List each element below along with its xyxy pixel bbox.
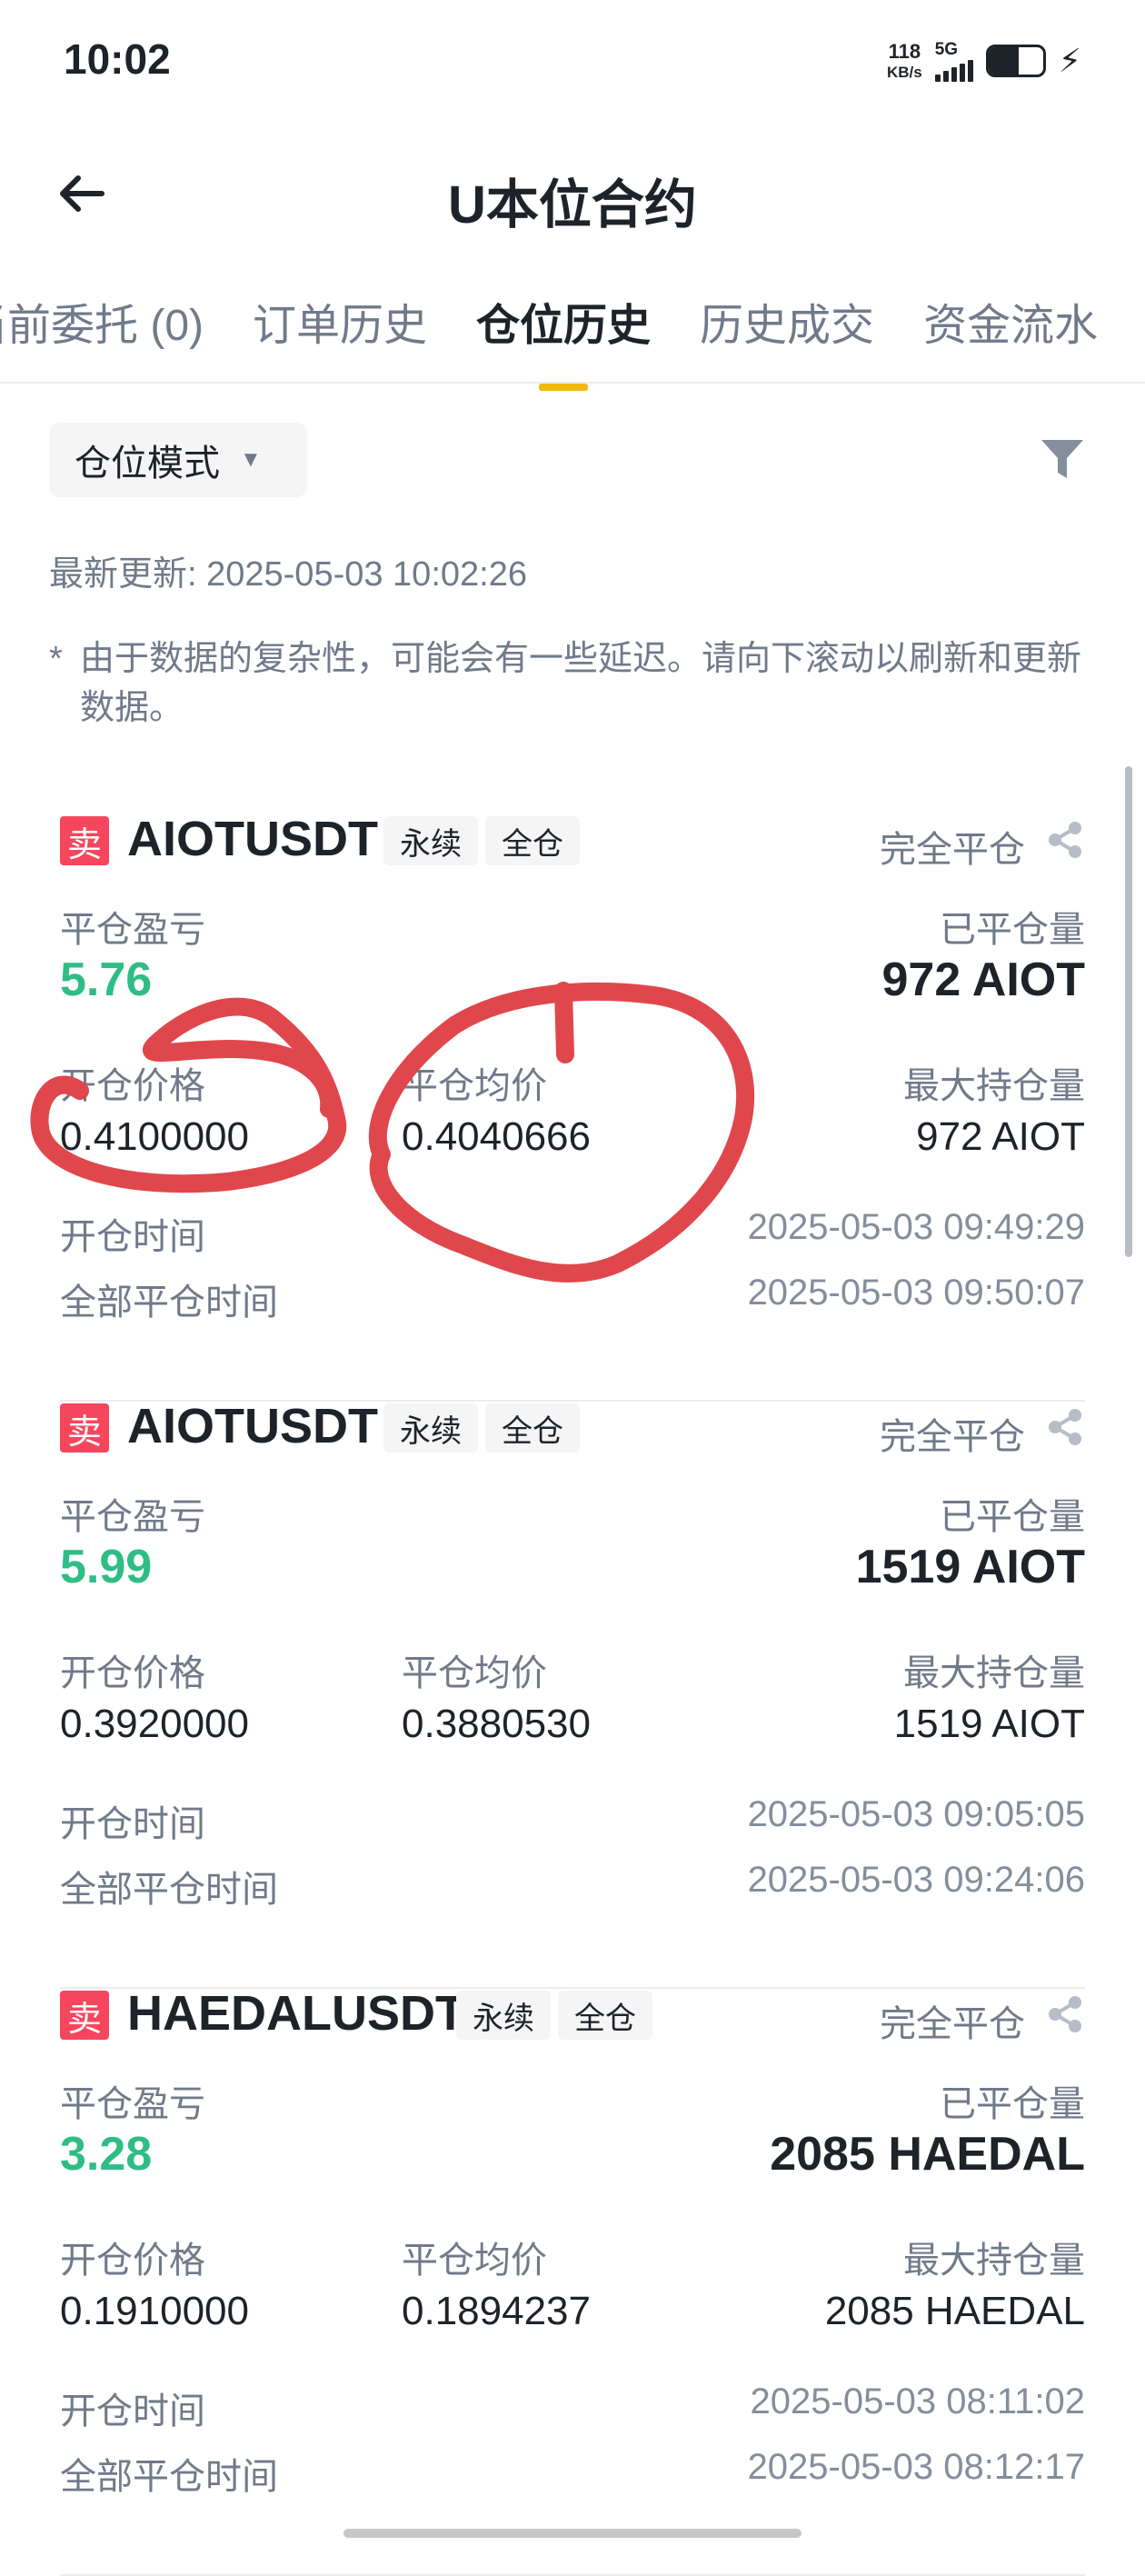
margin-mode-tag: 全仓 <box>485 1403 580 1453</box>
side-badge: 卖 <box>60 1991 109 2040</box>
contract-type-tag: 永续 <box>383 1403 478 1453</box>
scrollbar[interactable] <box>1125 766 1132 1257</box>
open-time-value: 2025-05-03 08:11:02 <box>750 2381 1085 2421</box>
tab-open-orders[interactable]: 当前委托 (0) <box>0 289 204 353</box>
tab-trade-history[interactable]: 历史成交 <box>700 289 874 353</box>
side-badge: 卖 <box>60 1403 109 1453</box>
position-card[interactable]: 卖 HAEDALUSDT 永续 全仓 完全平仓 平仓盈亏 已平仓量 3.28 2… <box>60 1986 1085 2576</box>
closed-qty-label: 已平仓量 <box>940 2084 1085 2124</box>
avg-close-price-label: 平仓均价 <box>402 2241 547 2281</box>
open-time-label: 开仓时间 <box>60 1804 205 1844</box>
close-time-label: 全部平仓时间 <box>60 2457 278 2497</box>
note-asterisk: * <box>49 640 63 678</box>
pnl-value: 3.28 <box>60 2128 153 2181</box>
closed-qty-value: 1519 AIOT <box>855 1541 1085 1593</box>
max-position-value: 2085 HAEDAL <box>824 2289 1085 2333</box>
signal-icon: 5G <box>934 39 973 82</box>
symbol-name: AIOTUSDT <box>127 812 378 866</box>
page-title: U本位合约 <box>448 175 697 235</box>
entry-price-value: 0.3920000 <box>60 1702 249 1746</box>
tab-position-history[interactable]: 仓位历史 <box>476 289 651 353</box>
tab-order-history[interactable]: 订单历史 <box>253 289 427 353</box>
avg-close-price-value: 0.3880530 <box>402 1702 591 1746</box>
margin-mode-tag: 全仓 <box>485 816 580 865</box>
avg-close-price-label: 平仓均价 <box>402 1653 547 1693</box>
arrow-left-icon <box>60 175 105 212</box>
closed-qty-label: 已平仓量 <box>940 910 1085 950</box>
back-button[interactable] <box>50 162 114 225</box>
close-time-label: 全部平仓时间 <box>60 1870 278 1910</box>
close-status: 完全平仓 <box>880 2004 1025 2044</box>
tab-bar: 当前委托 (0) 订单历史 仓位历史 历史成交 资金流水 <box>0 289 1098 353</box>
closed-qty-label: 已平仓量 <box>940 1497 1085 1537</box>
position-card[interactable]: 卖 AIOTUSDT 永续 全仓 完全平仓 平仓盈亏 已平仓量 5.99 151… <box>60 1399 1085 1989</box>
home-indicator[interactable] <box>344 2529 802 2538</box>
pnl-label: 平仓盈亏 <box>60 910 205 950</box>
network-speed-value: 118 <box>888 40 921 63</box>
entry-price-label: 开仓价格 <box>60 2241 205 2281</box>
annotation-scribble <box>30 982 755 1283</box>
pnl-label: 平仓盈亏 <box>60 2084 205 2124</box>
closed-qty-value: 2085 HAEDAL <box>770 2128 1085 2181</box>
status-indicators: 118 KB/s 5G ⚡ <box>887 38 1081 84</box>
network-type: 5G <box>934 39 959 59</box>
position-mode-dropdown[interactable]: 仓位模式 ▼ <box>49 423 307 497</box>
max-position-value: 972 AIOT <box>916 1114 1085 1159</box>
battery-icon <box>985 45 1046 77</box>
symbol-name: AIOTUSDT <box>127 1399 378 1453</box>
network-speed: 118 KB/s <box>886 40 922 81</box>
open-time-value: 2025-05-03 09:05:05 <box>747 1794 1085 1834</box>
close-time-value: 2025-05-03 09:24:06 <box>747 1860 1085 1900</box>
status-time: 10:02 <box>64 35 171 83</box>
close-time-value: 2025-05-03 08:12:17 <box>747 2447 1085 2487</box>
charging-icon: ⚡ <box>1058 42 1081 79</box>
tab-transaction-history[interactable]: 资金流水 <box>923 289 1098 353</box>
contract-type-tag: 永续 <box>456 1991 551 2040</box>
max-position-label: 最大持仓量 <box>903 2241 1085 2281</box>
position-mode-label: 仓位模式 <box>75 444 220 484</box>
side-badge: 卖 <box>60 816 109 865</box>
contract-type-tag: 永续 <box>383 816 478 865</box>
entry-price-label: 开仓价格 <box>60 1653 205 1693</box>
pnl-value: 5.99 <box>60 1541 153 1593</box>
note-text: 由于数据的复杂性，可能会有一些延迟。请向下滚动以刷新和更新数据。 <box>80 640 1082 727</box>
avg-close-price-value: 0.1894237 <box>402 2289 591 2333</box>
margin-mode-tag: 全仓 <box>558 1991 652 2040</box>
filter-icon[interactable] <box>1038 434 1087 484</box>
last-updated: 最新更新: 2025-05-03 10:02:26 <box>49 555 527 594</box>
entry-price-value: 0.1910000 <box>60 2289 249 2333</box>
close-status: 完全平仓 <box>880 830 1025 870</box>
caret-down-icon: ▼ <box>240 447 262 472</box>
share-icon[interactable] <box>1045 1407 1085 1447</box>
max-position-value: 1519 AIOT <box>893 1702 1085 1746</box>
tabs-divider <box>0 382 1145 384</box>
open-time-label: 开仓时间 <box>60 2391 205 2431</box>
close-status: 完全平仓 <box>880 1417 1025 1457</box>
share-icon[interactable] <box>1045 820 1085 860</box>
data-delay-note: * 由于数据的复杂性，可能会有一些延迟。请向下滚动以刷新和更新数据。 <box>49 634 1085 733</box>
pnl-label: 平仓盈亏 <box>60 1497 205 1537</box>
max-position-label: 最大持仓量 <box>903 1653 1085 1693</box>
symbol-name: HAEDALUSDT <box>127 1986 465 2041</box>
share-icon[interactable] <box>1045 1994 1085 2034</box>
max-position-label: 最大持仓量 <box>903 1066 1085 1106</box>
network-speed-unit: KB/s <box>886 64 922 81</box>
closed-qty-value: 972 AIOT <box>881 954 1086 1006</box>
